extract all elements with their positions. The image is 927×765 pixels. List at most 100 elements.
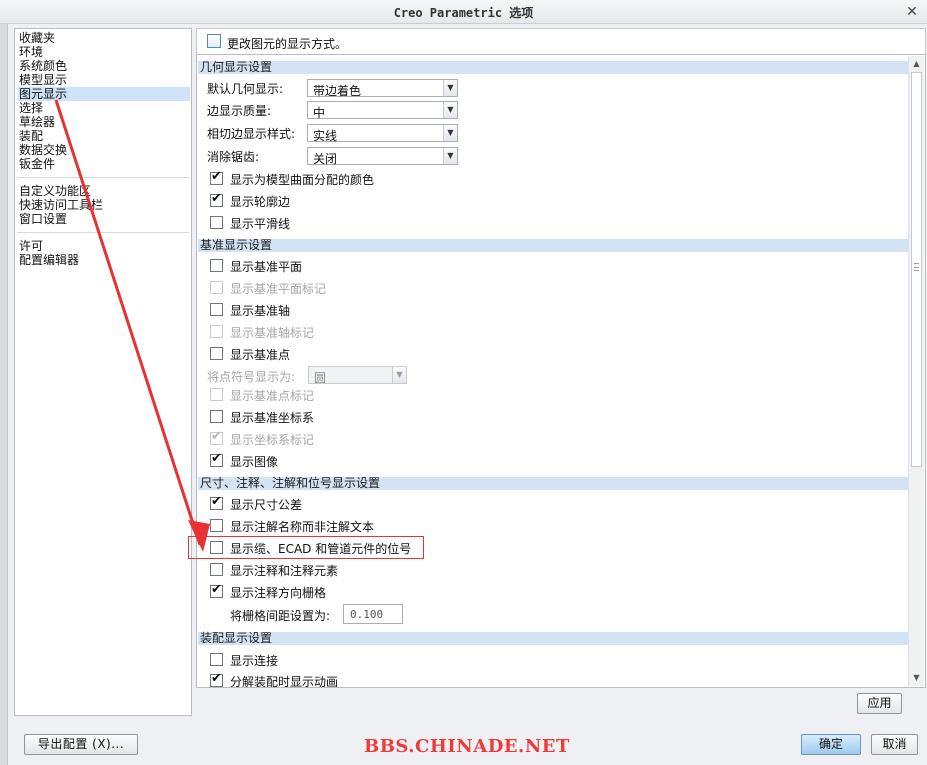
nav-item[interactable]: 模型显示 — [18, 73, 67, 87]
checkbox-label: 显示基准轴 — [230, 304, 291, 318]
checkmark-icon: ✔ — [211, 429, 222, 444]
ok-button[interactable]: 确定 — [801, 734, 861, 755]
checkbox[interactable] — [210, 303, 223, 316]
checkbox[interactable] — [210, 410, 223, 423]
edge-quality-select-value: 中 — [313, 106, 326, 120]
nav-item[interactable]: 收藏夹 — [18, 31, 55, 45]
section-header: 尺寸、注释、注解和位号显示设置 — [198, 477, 909, 490]
tangent-edge-label: 相切边显示样式: — [207, 127, 296, 141]
checkbox-label: 显示基准平面标记 — [230, 282, 327, 296]
nav-item[interactable]: 草绘器 — [18, 115, 55, 129]
nav-item[interactable]: 许可 — [18, 239, 43, 253]
grid-spacing-value: 0.100 — [350, 608, 384, 621]
nav-separator — [17, 232, 189, 233]
close-icon[interactable]: ✕ — [903, 3, 921, 21]
checkbox-label: 显示注释方向栅格 — [230, 586, 327, 600]
checkbox[interactable] — [210, 347, 223, 360]
checkmark-icon: ✔ — [211, 582, 222, 597]
content-description: 更改图元的显示方式。 — [227, 37, 348, 51]
watermark-text: BBS.CHINADE.NET — [364, 736, 570, 757]
vertical-scrollbar[interactable]: ▲ ▼ — [908, 56, 924, 686]
checkmark-icon: ✔ — [211, 494, 222, 509]
point-symbol-select: 圆 ▼ — [308, 366, 407, 385]
default-geometry-select-value: 带边着色 — [313, 84, 362, 98]
nav-item[interactable]: 窗口设置 — [18, 212, 67, 226]
checkbox-label: 显示基准轴标记 — [230, 326, 315, 340]
grid-spacing-label: 将栅格间距设置为: — [230, 609, 331, 623]
chevron-down-icon[interactable]: ▼ — [443, 125, 457, 141]
nav-item[interactable]: 快速访问工具栏 — [18, 198, 103, 212]
checkbox-label: 显示图像 — [230, 455, 279, 469]
checkbox-label: 显示注释和注释元素 — [230, 564, 339, 578]
chevron-down-icon[interactable]: ▼ — [443, 102, 457, 118]
nav-item[interactable]: 数据交换 — [18, 143, 67, 157]
checkbox-label: 显示坐标系标记 — [230, 433, 315, 447]
edge-quality-label: 边显示质量: — [207, 104, 272, 118]
nav-item[interactable]: 选择 — [18, 101, 43, 115]
chevron-down-icon[interactable]: ▼ — [443, 80, 457, 96]
checkbox — [210, 388, 223, 401]
checkbox-label: 显示为模型曲面分配的颜色 — [230, 173, 375, 187]
checkmark-icon: ✔ — [211, 451, 222, 466]
settings-panel: ▲ ▼ 几何显示设置 默认几何显示: 带边着色 ▼ 边显示质量: 中 ▼ 相切边显示样式: 实线… — [196, 54, 926, 688]
export-config-button[interactable]: 导出配置 (X)... — [24, 734, 138, 755]
checkbox[interactable]: ✔ — [210, 169, 223, 185]
section-header: 装配显示设置 — [198, 632, 909, 645]
checkbox-label: 显示尺寸公差 — [230, 498, 303, 512]
checkbox[interactable] — [210, 653, 223, 666]
checkbox-label: 显示基准坐标系 — [230, 411, 315, 425]
apply-button[interactable]: 应用 — [857, 693, 902, 714]
chevron-down-icon: ▼ — [392, 367, 406, 383]
checkbox — [210, 325, 223, 338]
checkbox-label: 显示平滑线 — [230, 217, 291, 231]
point-symbol-select-value: 圆 — [314, 371, 327, 385]
scrollbar-thumb[interactable] — [911, 72, 922, 467]
checkbox[interactable] — [210, 259, 223, 272]
nav-item[interactable]: 图元显示 — [18, 87, 190, 101]
checkbox[interactable]: ✔ — [210, 192, 223, 207]
checkbox[interactable]: ✔ — [210, 494, 223, 510]
antialias-label: 消除锯齿: — [207, 150, 260, 164]
edge-quality-select[interactable]: 中 ▼ — [307, 101, 458, 120]
checkbox-label: 显示基准平面 — [230, 260, 303, 274]
nav-separator — [17, 177, 189, 178]
checkbox — [210, 281, 223, 294]
checkbox-label: 显示注解名称而非注解文本 — [230, 520, 375, 534]
nav-item[interactable]: 钣金件 — [18, 157, 55, 171]
nav-item[interactable]: 装配 — [18, 129, 43, 143]
checkbox-label: 显示基准点标记 — [230, 389, 315, 403]
point-symbol-label: 将点符号显示为: — [207, 370, 296, 384]
nav-item[interactable]: 系统颜色 — [18, 59, 67, 73]
annotation-highlight-box — [188, 536, 424, 559]
checkbox[interactable] — [210, 563, 223, 576]
section-header: 基准显示设置 — [198, 239, 909, 252]
grid-spacing-input[interactable]: 0.100 — [343, 604, 403, 624]
nav-item[interactable]: 自定义功能区 — [18, 184, 91, 198]
checkbox[interactable] — [210, 519, 223, 532]
default-geometry-label: 默认几何显示: — [207, 82, 284, 96]
antialias-select[interactable]: 关闭 ▼ — [307, 147, 458, 166]
tangent-edge-select-value: 实线 — [313, 129, 338, 143]
checkbox[interactable]: ✔ — [210, 582, 223, 598]
checkbox[interactable]: ✔ — [210, 672, 223, 687]
checkbox[interactable] — [210, 216, 223, 229]
checkmark-icon: ✔ — [211, 169, 222, 184]
nav-item[interactable]: 配置编辑器 — [18, 253, 79, 267]
antialias-select-value: 关闭 — [313, 152, 338, 166]
checkbox[interactable]: ✔ — [210, 451, 223, 467]
category-list: 收藏夹 环境 系统颜色 模型显示 图元显示 选择 草绘器 装配 数据交换 钣金件自定义功能区 快速访… — [14, 28, 192, 716]
chevron-down-icon[interactable]: ▼ — [443, 148, 457, 164]
default-geometry-select[interactable]: 带边着色 ▼ — [307, 79, 458, 98]
cancel-button[interactable]: 取消 — [871, 734, 918, 755]
section-header: 几何显示设置 — [198, 61, 909, 74]
content-header: 更改图元的显示方式。 — [196, 28, 926, 54]
checkbox-label: 显示轮廓边 — [230, 195, 291, 209]
scroll-down-icon[interactable]: ▼ — [909, 671, 924, 685]
nav-item[interactable]: 环境 — [18, 45, 43, 59]
grip-icon — [914, 263, 919, 271]
tangent-edge-select[interactable]: 实线 ▼ — [307, 124, 458, 143]
window-title: Creo Parametric 选项 — [393, 6, 534, 20]
scroll-up-icon[interactable]: ▲ — [909, 57, 924, 71]
page-icon — [207, 34, 221, 48]
checkbox-label: 显示连接 — [230, 654, 279, 668]
